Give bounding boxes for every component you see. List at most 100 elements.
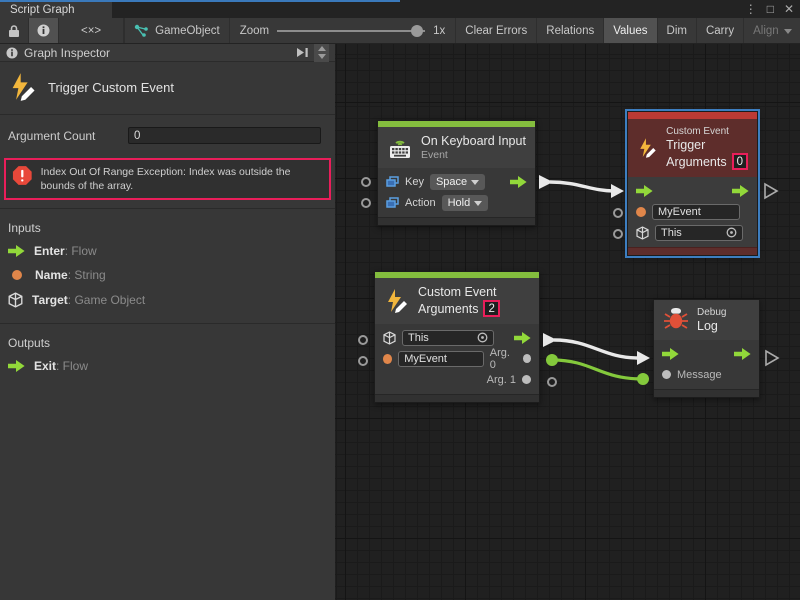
message-input-port[interactable] [662,370,671,379]
info-icon [37,24,50,37]
outputs-section-title: Outputs [0,330,335,354]
values-button[interactable]: Values [604,18,657,43]
error-message-box: Index Out Of Range Exception: Index was … [4,158,331,200]
arguments-count-badge[interactable]: 2 [483,300,499,317]
object-picker-icon[interactable] [726,227,737,238]
target-field[interactable]: This [655,225,743,241]
input-row-name: Name: String [0,263,335,287]
argument-count-input[interactable]: 0 [128,127,321,144]
arguments-row: Arguments 0 [666,153,748,170]
action-dropdown[interactable]: Hold [442,195,489,211]
graph-inspector-title: Graph Inspector [24,46,110,60]
collapse-panel-icon [296,47,309,58]
string-dot-icon [12,270,22,280]
node-footer [375,394,539,402]
tab-script-graph[interactable]: Script Graph [0,0,112,18]
node-debug-log[interactable]: Debug Log Message [653,299,760,398]
flow-output-port[interactable] [732,185,749,197]
node-footer [628,247,757,255]
node-category: Debug [697,307,726,318]
customevent-target-external-port[interactable] [358,335,368,345]
node-trigger-custom-event[interactable]: Custom Event Trigger Arguments 0 [627,111,758,256]
arg0-output-port[interactable] [523,354,531,363]
gameobject-port-icon[interactable] [636,226,649,240]
carry-button[interactable]: Carry [697,18,744,43]
keycode-icon [386,197,399,209]
code-icon: <×> [81,25,101,37]
inputs-section-title: Inputs [0,215,335,239]
lock-button[interactable] [0,18,29,43]
node-footer [378,217,535,225]
node-on-keyboard-input[interactable]: On Keyboard Input Event Key Space [377,120,536,226]
string-port[interactable] [383,354,392,364]
selected-unit-header: Trigger Custom Event [0,62,335,115]
object-picker-icon[interactable] [477,332,488,343]
gameobject-breadcrumb[interactable]: GameObject [124,18,230,43]
zoom-slider[interactable] [277,30,425,32]
node-custom-event[interactable]: Custom Event Arguments 2 This [374,271,540,403]
connection-keyboard-to-trigger[interactable] [539,175,624,198]
source-code-button[interactable]: <×> [59,18,124,43]
event-name-field[interactable]: MyEvent [398,351,484,367]
flow-input-port[interactable] [636,185,653,197]
tab-label: Script Graph [10,4,75,16]
customevent-name-external-port[interactable] [358,356,368,366]
trigger-exit-external-port[interactable] [765,184,777,198]
node-header: Custom Event Trigger Arguments 0 [628,119,757,177]
key-label: Key [405,176,424,188]
focus-highlight [112,0,400,2]
arg1-label: Arg. 1 [487,374,516,386]
key-dropdown[interactable]: Space [430,174,485,190]
info-icon [6,47,18,59]
connection-arg0-to-message[interactable] [546,354,649,385]
trigger-name-external-port[interactable] [613,208,623,218]
maximize-icon[interactable]: □ [767,2,774,16]
error-color-bar [628,112,757,119]
relations-button[interactable]: Relations [537,18,604,43]
close-icon[interactable]: ✕ [784,2,794,16]
target-field[interactable]: This [402,330,494,346]
node-footer [654,389,759,397]
arguments-count-badge[interactable]: 0 [732,153,748,170]
flow-input-port[interactable] [662,348,679,360]
chevron-down-icon [784,29,792,34]
bug-icon [663,307,689,333]
clear-errors-button[interactable]: Clear Errors [456,18,537,43]
flow-output-port[interactable] [734,348,751,360]
script-graph-icon [134,24,149,37]
arguments-row: Arguments 2 [418,300,500,317]
event-name-field[interactable]: MyEvent [652,204,740,220]
collapse-panel-button[interactable] [292,45,312,61]
string-port[interactable] [636,207,646,217]
node-subtitle: Event [421,149,526,161]
flow-output-port[interactable] [514,332,531,344]
debug-exit-external-port[interactable] [766,351,778,365]
arg1-output-port[interactable] [522,375,531,384]
trigger-target-external-port[interactable] [613,229,623,239]
custom-event-icon [8,72,38,102]
arg1-external-port[interactable] [547,377,557,387]
lock-icon [8,24,20,38]
graph-canvas[interactable]: On Keyboard Input Event Key Space [335,44,800,600]
arg0-label: Arg. 0 [490,347,517,371]
panel-stepper[interactable] [314,44,329,62]
dim-button[interactable]: Dim [658,18,697,43]
error-icon [12,165,33,186]
keyboard-input-icon [387,135,413,161]
flow-output-port[interactable] [510,176,527,188]
node-header: Debug Log [654,300,759,340]
unity-visual-scripting-window: Script Graph ⋮ □ ✕ <×> [0,0,800,600]
inspector-toggle-button[interactable] [29,18,59,43]
align-dropdown[interactable]: Align [744,18,800,43]
graph-inspector-header[interactable]: Graph Inspector [0,44,335,62]
gameobject-port-icon[interactable] [383,331,396,345]
node-title: Trigger [666,138,748,152]
zoom-slider-knob[interactable] [411,25,423,37]
connection-customevent-to-debug[interactable] [543,333,650,365]
action-label: Action [405,197,436,209]
keyboard-action-external-port[interactable] [361,198,371,208]
node-category: Custom Event [666,126,748,137]
menu-icon[interactable]: ⋮ [745,2,757,16]
keyboard-key-external-port[interactable] [361,177,371,187]
cube-icon [8,292,23,308]
